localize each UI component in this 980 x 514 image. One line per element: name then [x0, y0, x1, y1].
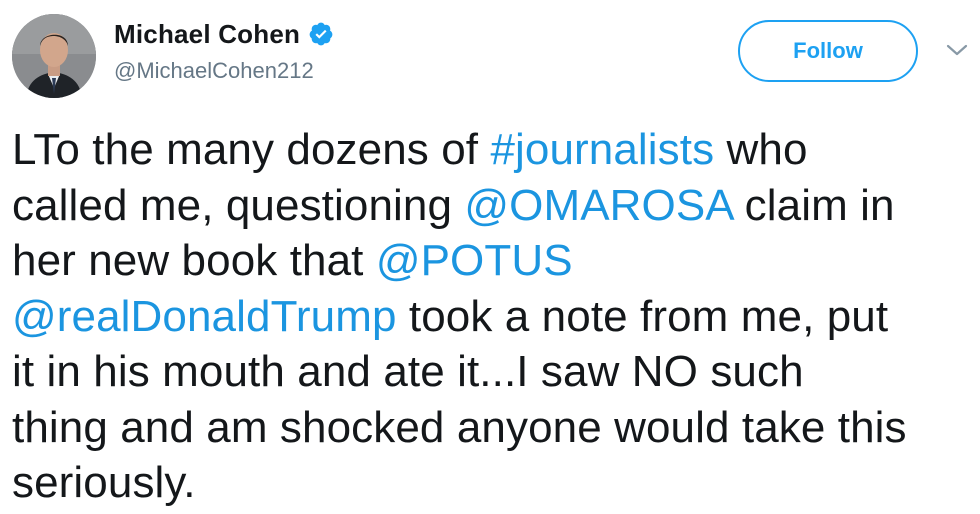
avatar[interactable]	[12, 14, 96, 98]
chevron-down-icon[interactable]	[944, 40, 970, 60]
tweet-text: LTo the many dozens of #journalists who c…	[12, 122, 977, 511]
tweet-line: called me, questioning @OMAROSA claim in	[12, 178, 977, 234]
tweet-line: @realDonaldTrump took a note from me, pu…	[12, 289, 977, 345]
tweet-text-segment: called me, questioning	[12, 180, 465, 230]
mention-link[interactable]: @realDonaldTrump	[12, 292, 397, 341]
tweet-text-segment: who	[714, 125, 808, 174]
author-handle[interactable]: @MichaelCohen212	[114, 58, 314, 84]
tweet-text-segment: LTo the many dozens of	[12, 125, 491, 174]
author-name-row: Michael Cohen	[114, 16, 334, 52]
tweet-text-segment: took a note from me, put	[396, 291, 889, 341]
tweet-line: LTo the many dozens of #journalists who	[12, 122, 977, 178]
hashtag-link[interactable]: #journalists	[490, 125, 714, 174]
tweet-line: it in his mouth and ate it...I saw NO su…	[12, 344, 977, 400]
tweet-line: thing and am shocked anyone would take t…	[12, 400, 977, 456]
verified-badge-icon	[309, 22, 333, 46]
profile-photo-image	[12, 14, 96, 98]
tweet-card: Michael Cohen @MichaelCohen212 Follow LT…	[0, 0, 980, 514]
tweet-text-segment: seriously.	[12, 458, 196, 507]
follow-button[interactable]: Follow	[738, 20, 918, 82]
tweet-text-segment: thing and am shocked anyone would take t…	[12, 402, 907, 452]
author-display-name[interactable]: Michael Cohen	[114, 19, 300, 50]
tweet-text-segment: claim in	[732, 180, 895, 230]
tweet-line: her new book that @POTUS	[12, 233, 977, 289]
mention-link[interactable]: @POTUS	[376, 236, 573, 285]
tweet-text-segment: her new book that	[12, 236, 376, 285]
tweet-line: seriously.	[12, 455, 977, 511]
mention-link[interactable]: @OMAROSA	[464, 181, 732, 230]
tweet-text-segment: it in his mouth and ate it...I saw NO su…	[12, 347, 804, 396]
